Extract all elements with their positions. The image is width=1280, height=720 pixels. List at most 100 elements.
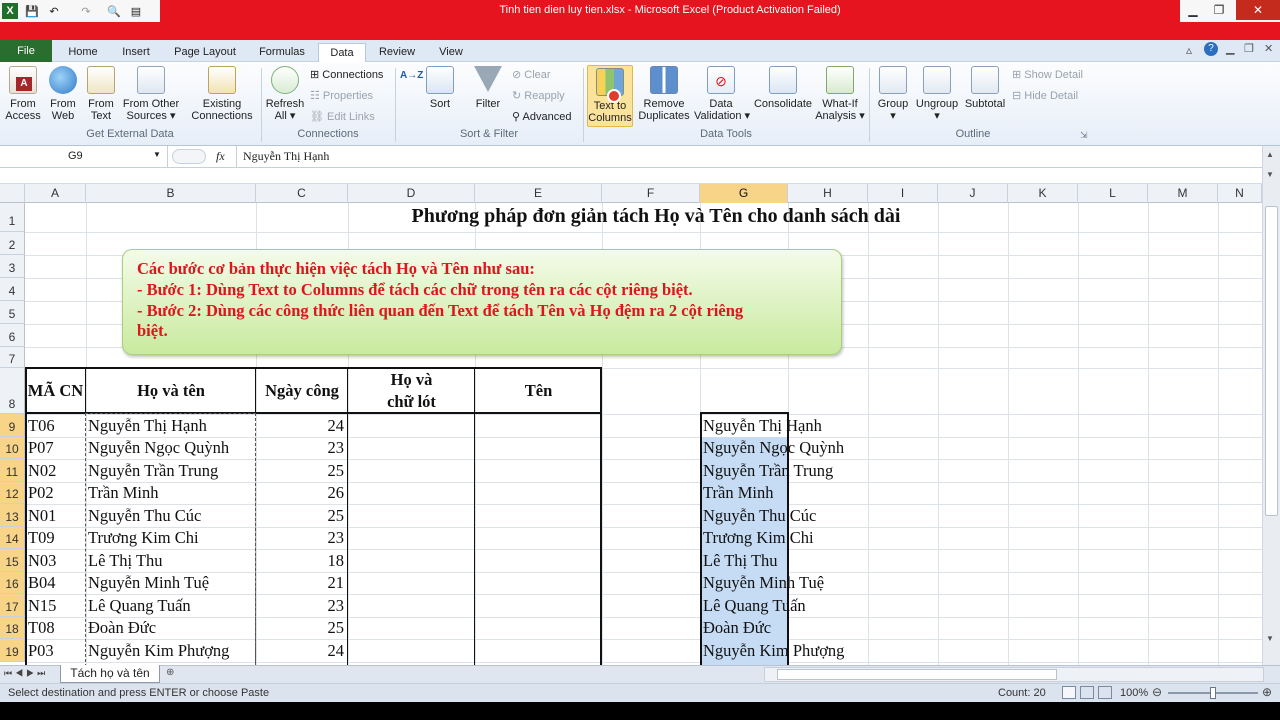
scroll-down-icon[interactable]: ▼ [1266, 634, 1274, 643]
what-if-analysis-button[interactable]: What-If Analysis ▾ [814, 66, 866, 122]
excel-logo-icon[interactable]: X [2, 3, 18, 19]
cell-days[interactable]: 25 [256, 461, 345, 481]
group-button[interactable]: Group ▾ [874, 66, 912, 122]
workbook-restore-icon[interactable]: ❐ [1244, 42, 1254, 55]
row-header[interactable]: 12 [0, 482, 25, 504]
sort-az-button[interactable]: A→Z [400, 70, 423, 82]
help-icon[interactable]: ? [1204, 42, 1218, 56]
insert-sheet-icon[interactable]: ⊕ [166, 667, 174, 678]
save-icon[interactable]: 💾 [24, 3, 40, 19]
data-validation-button[interactable]: ⊘ Data Validation ▾ [694, 66, 750, 122]
cell-name[interactable]: Nguyễn Ngọc Quỳnh [88, 438, 229, 458]
cell-name[interactable]: Lê Thị Thu [88, 551, 163, 571]
cell-name[interactable]: Trương Kim Chi [88, 528, 199, 548]
list-item[interactable]: Nguyễn Ngọc Quỳnh [703, 438, 844, 458]
cell-name[interactable]: Nguyễn Thu Cúc [88, 506, 201, 526]
minimize-icon[interactable]: ▁ [1180, 0, 1206, 20]
horizontal-scrollbar[interactable] [764, 667, 1264, 682]
filter-button[interactable]: Filter [470, 66, 506, 110]
from-text-button[interactable]: From Text [84, 66, 118, 122]
row-header[interactable]: 1 [0, 203, 25, 232]
zoom-out-icon[interactable]: ⊖ [1152, 685, 1162, 699]
cell-ma[interactable]: T06 [28, 416, 55, 436]
cell-ma[interactable]: N01 [28, 506, 56, 526]
remove-duplicates-button[interactable]: Remove Duplicates [636, 66, 692, 122]
cell-name[interactable]: Nguyễn Kim Phượng [88, 641, 229, 661]
select-all-corner[interactable] [0, 184, 25, 203]
list-item[interactable]: Lê Quang Tuấn [703, 596, 806, 616]
cell-days[interactable]: 25 [256, 506, 345, 526]
workbook-minimize-icon[interactable]: ▁ [1226, 42, 1234, 55]
column-header-k[interactable]: K [1008, 184, 1078, 203]
clear-button[interactable]: ⊘ Clear [512, 66, 551, 84]
cell-name[interactable]: Trần Minh [88, 483, 158, 503]
cell-ma[interactable]: N15 [28, 596, 56, 616]
tab-data[interactable]: Data [318, 43, 366, 63]
row-header[interactable]: 10 [0, 437, 25, 459]
header-ngay-cong[interactable]: Ngày công [256, 381, 348, 401]
column-header-b[interactable]: B [86, 184, 256, 203]
header-ho-lot-line2[interactable]: chữ lót [348, 392, 475, 412]
cell-ma[interactable]: T09 [28, 528, 55, 548]
sheet-nav-icon[interactable]: ⏮◀▶⏭ [4, 668, 48, 679]
column-header-m[interactable]: M [1148, 184, 1218, 203]
list-item[interactable]: Nguyễn Trần Trung [703, 461, 833, 481]
scroll-up-icon[interactable]: ▲ [1266, 150, 1274, 159]
cell-name[interactable]: Lê Quang Tuấn [88, 596, 191, 616]
cell-days[interactable]: 23 [256, 438, 345, 458]
customize-qat-icon[interactable]: ▤ [128, 3, 144, 19]
column-header-g[interactable]: G [700, 184, 788, 203]
vertical-scrollbar[interactable]: ▲ ▼ ▼ [1262, 146, 1280, 666]
cell-name[interactable]: Đoàn Đức [88, 618, 156, 638]
column-header-c[interactable]: C [256, 184, 348, 203]
header-ten[interactable]: Tên [475, 381, 602, 401]
cell-days[interactable]: 24 [256, 416, 345, 436]
cell-days[interactable]: 26 [256, 483, 345, 503]
subtotal-button[interactable]: Subtotal [962, 66, 1008, 110]
row-header[interactable]: 5 [0, 301, 25, 324]
row-header[interactable]: 4 [0, 278, 25, 301]
column-header-l[interactable]: L [1078, 184, 1148, 203]
row-header[interactable]: 19 [0, 639, 25, 662]
cell-days[interactable]: 23 [256, 596, 345, 616]
sheet-tab-active[interactable]: Tách họ và tên [60, 665, 160, 683]
tab-review[interactable]: Review [372, 43, 422, 62]
cell-days[interactable]: 24 [256, 641, 345, 661]
column-header-a[interactable]: A [25, 184, 86, 203]
row-header[interactable]: 15 [0, 549, 25, 572]
tab-home[interactable]: Home [60, 43, 106, 62]
header-ma-cn[interactable]: MÃ CN [27, 381, 84, 401]
edit-links-button[interactable]: ⛓ Edit Links [310, 108, 375, 126]
column-header-i[interactable]: I [868, 184, 938, 203]
show-detail-button[interactable]: ⊞ Show Detail [1012, 66, 1083, 84]
consolidate-button[interactable]: Consolidate [752, 66, 814, 110]
horizontal-scroll-thumb[interactable] [777, 669, 1057, 680]
insert-function-icon[interactable]: fx [216, 149, 225, 164]
column-header-e[interactable]: E [475, 184, 602, 203]
row-header[interactable]: 17 [0, 594, 25, 617]
row-header[interactable]: 7 [0, 347, 25, 368]
row-header[interactable]: 14 [0, 527, 25, 549]
column-header-n[interactable]: N [1218, 184, 1262, 203]
list-item[interactable]: Lê Thị Thu [703, 551, 778, 571]
connections-button[interactable]: ⊞ Connections [310, 66, 383, 84]
refresh-all-button[interactable]: Refresh All ▾ [264, 66, 306, 122]
page-break-view-icon[interactable] [1098, 686, 1112, 699]
cell-name[interactable]: Nguyễn Minh Tuệ [88, 573, 209, 593]
cell-days[interactable]: 23 [256, 528, 345, 548]
from-web-button[interactable]: From Web [44, 66, 82, 122]
row-header[interactable]: 8 [0, 368, 25, 414]
row-header[interactable]: 13 [0, 504, 25, 527]
tab-file[interactable]: File [0, 40, 52, 62]
cell-ma[interactable]: P03 [28, 641, 54, 661]
advanced-button[interactable]: ⚲ Advanced [512, 108, 571, 126]
column-header-h[interactable]: H [788, 184, 868, 203]
redo-icon[interactable]: ↷ [78, 3, 94, 19]
tab-page-layout[interactable]: Page Layout [168, 43, 242, 62]
list-item[interactable]: Trần Minh [703, 483, 773, 503]
cell-ma[interactable]: B04 [28, 573, 56, 593]
zoom-slider-thumb[interactable] [1210, 687, 1216, 699]
row-header[interactable]: 11 [0, 459, 25, 482]
cell-ma[interactable]: N03 [28, 551, 56, 571]
tab-view[interactable]: View [430, 43, 472, 62]
